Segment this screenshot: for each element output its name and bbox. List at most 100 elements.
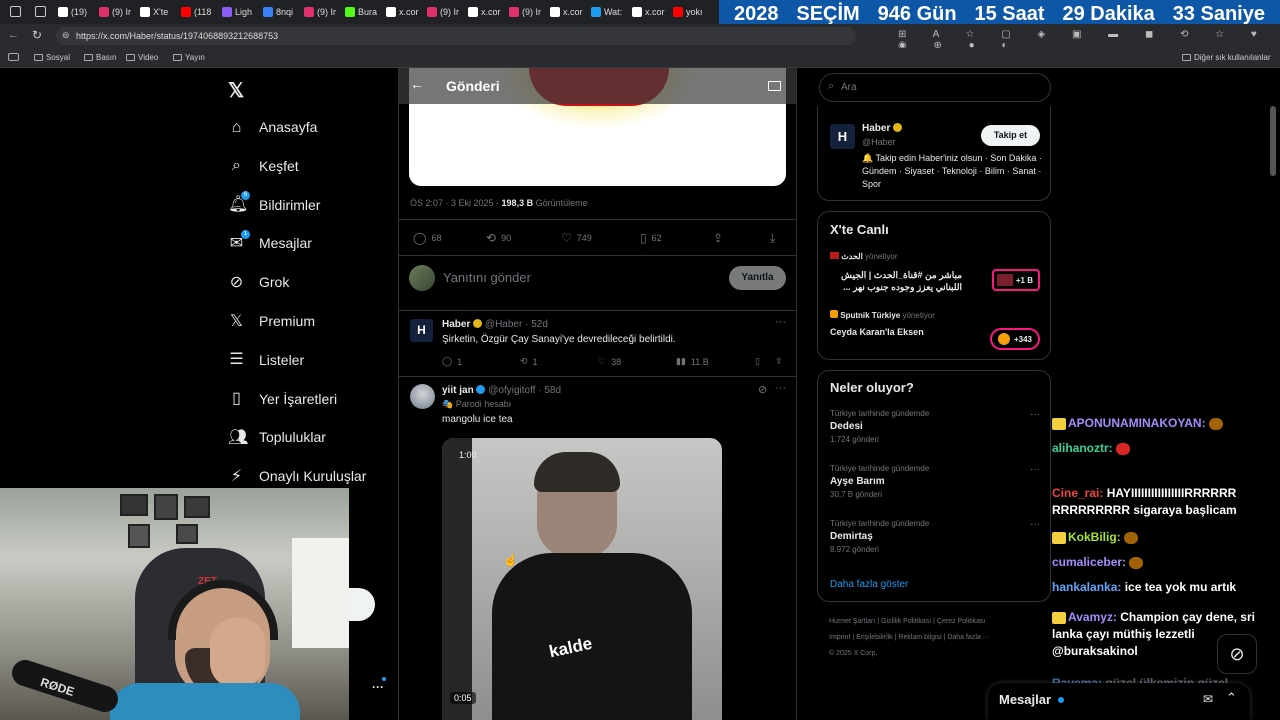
browser-tab[interactable]: (9) Ir: [427, 3, 459, 21]
browser-tab[interactable]: (9) Ir: [509, 3, 541, 21]
views-action[interactable]: ▮▮ 11 B: [676, 356, 709, 367]
like-action[interactable]: ♡ 38: [598, 356, 621, 367]
live-item-1[interactable]: Sputnik Türkiye yönetiyor Ceyda Karan'la…: [818, 310, 1052, 354]
nav-item-onaylı-kuruluşlar[interactable]: ⚡︎ Onaylı Kuruluşlar: [228, 464, 367, 488]
trend-item[interactable]: Türkiye tarihinde gündemde Dedesi 1.724 gö…: [830, 409, 1040, 444]
nav-item-premium[interactable]: 𝕏 Premium: [228, 309, 315, 333]
footer-link[interactable]: Imprint: [829, 634, 850, 641]
more-icon[interactable]: ···: [775, 316, 786, 328]
reply-composer-input[interactable]: Yanıtını gönder: [443, 270, 531, 285]
nav-item-anasayfa[interactable]: ⌂ Anasayfa: [228, 115, 318, 139]
other-bookmarks[interactable]: Diğer sık kullanılanlar: [1182, 53, 1270, 62]
chat-username[interactable]: KokBilig:: [1068, 530, 1121, 544]
more-icon[interactable]: ···: [1030, 409, 1040, 420]
messages-drawer[interactable]: Mesajlar ✉ ⌃: [988, 683, 1250, 720]
reload-icon[interactable]: ↻: [32, 28, 42, 42]
trend-item[interactable]: Türkiye tarihinde gündemde Demirtaş 8.972 …: [830, 519, 1040, 554]
browser-tab[interactable]: x.cor: [386, 3, 419, 21]
new-message-icon[interactable]: ✉: [1203, 692, 1213, 706]
browser-tab[interactable]: (9) Ir: [99, 3, 131, 21]
post-button-partial[interactable]: [349, 588, 375, 621]
nav-item-yer-i-şaretleri[interactable]: ▯ Yer İşaretleri: [228, 387, 337, 411]
chat-username[interactable]: APONUNAMINAKOYAN:: [1068, 416, 1206, 430]
reply-action[interactable]: ◯ 68: [413, 231, 441, 245]
share-action[interactable]: ⇪: [775, 356, 783, 367]
browser-tab[interactable]: Ligh: [222, 3, 252, 21]
page-scrollbar[interactable]: [1270, 106, 1276, 176]
browser-tab[interactable]: x.cor: [468, 3, 501, 21]
bookmark-action[interactable]: ▯: [755, 356, 760, 367]
wall-frames: [120, 494, 230, 554]
tab-actions-icon[interactable]: [10, 6, 21, 17]
footer-link[interactable]: Erişilebilirlik: [856, 634, 893, 641]
reply-tweet-haber[interactable]: H Haber @Haber · 52d ··· Şirketin, Özgür…: [399, 311, 796, 375]
footer-link[interactable]: Reklam bilgisi: [898, 634, 941, 641]
browser-tab[interactable]: (19): [58, 3, 87, 21]
vertical-tabs-icon[interactable]: [35, 6, 46, 17]
reply-count: 1: [457, 356, 463, 367]
tab-favicon-icon: [673, 7, 683, 17]
repost-action[interactable]: ⟲ 1: [520, 356, 538, 367]
bookmark-folder-yayin[interactable]: Yayın: [173, 53, 205, 62]
chat-message: alihanoztr:: [1052, 440, 1278, 457]
nav-item-mesajlar[interactable]: ✉ 1 Mesajlar: [228, 229, 312, 255]
grok-floating-button[interactable]: ⊘: [1217, 634, 1257, 674]
reply-action[interactable]: ◯ 1: [442, 356, 462, 367]
browser-tab[interactable]: Bura: [345, 3, 377, 21]
follow-button[interactable]: Takip et: [981, 125, 1040, 146]
live-item-0[interactable]: الحدث yönetiyor مباشر من #قناة_الحدث | ا…: [818, 250, 1052, 300]
show-more-link[interactable]: Daha fazla göster: [830, 579, 908, 590]
search-input[interactable]: ⌕ Ara: [819, 73, 1051, 102]
reader-mode-icon[interactable]: [768, 81, 781, 91]
browser-tab[interactable]: X'te: [140, 3, 168, 21]
url-field[interactable]: https://x.com/Haber/status/1974068893212…: [56, 27, 856, 45]
back-arrow-icon[interactable]: ←: [410, 76, 424, 92]
nav-item-grok[interactable]: ⊘ Grok: [228, 270, 290, 294]
nav-item-listeler[interactable]: ☰ Listeler: [228, 348, 304, 372]
nav-item-bildirimler[interactable]: 🔔︎ 6 Bildirimler: [228, 191, 320, 217]
bookmark-action[interactable]: ▯ 62: [640, 231, 662, 245]
browser-tab[interactable]: 8nqi: [263, 3, 293, 21]
browser-tab[interactable]: Wat:: [591, 3, 622, 21]
reply-tweet-yiitjan[interactable]: yiit jan @ofyigitoff · 58d ⊘ ··· 🎭 Parod…: [399, 377, 796, 720]
browser-tab[interactable]: x.cor: [550, 3, 583, 21]
bookmark-folder-basin[interactable]: Basın: [84, 53, 116, 62]
browser-tab[interactable]: (9) Ir: [304, 3, 336, 21]
bookmark-folder-video[interactable]: Video: [126, 53, 158, 62]
more-icon[interactable]: ···: [1030, 464, 1040, 475]
like-action[interactable]: ♡ 749: [561, 231, 592, 245]
footer-link[interactable]: Gizlilik Politikası: [881, 618, 931, 625]
footer-link[interactable]: Çerez Politikası: [937, 618, 986, 625]
host-name: Sputnik Türkiye: [840, 311, 901, 320]
chat-username[interactable]: alihanoztr:: [1052, 441, 1113, 455]
grok-icon[interactable]: ⊘: [758, 383, 767, 396]
back-icon[interactable]: ←: [8, 29, 19, 41]
reading-list-icon[interactable]: [8, 53, 19, 61]
chat-username[interactable]: cumaliceber:: [1052, 555, 1126, 569]
footer-link[interactable]: Daha fazla ···: [947, 634, 989, 641]
chat-username[interactable]: hankalanka:: [1052, 580, 1121, 594]
chat-username[interactable]: Avamyz:: [1068, 610, 1117, 624]
browser-tab[interactable]: x.cor: [632, 3, 665, 21]
more-icon[interactable]: ···: [775, 382, 786, 394]
bookmarks-bar: Sosyal Basın Video Yayın Diğer sık kulla…: [0, 48, 1280, 68]
chat-username[interactable]: Cine_rai:: [1052, 486, 1103, 500]
x-logo-icon[interactable]: 𝕏: [228, 78, 244, 103]
repost-action[interactable]: ⟲ 90: [486, 231, 511, 245]
tweet-video[interactable]: 1:00 kalde 0:05: [442, 438, 722, 720]
notification-dot: [382, 677, 386, 681]
more-options-icon[interactable]: ···: [372, 680, 384, 694]
browser-tab[interactable]: (118: [181, 3, 211, 21]
expand-icon[interactable]: ⌃: [1226, 690, 1237, 706]
share-action[interactable]: ⇪: [713, 231, 723, 245]
nav-item-topluluklar[interactable]: 👥︎ Topluluklar: [228, 425, 326, 449]
browser-tab[interactable]: yokı: [673, 3, 703, 21]
trend-item[interactable]: Türkiye tarihinde gündemde Ayşe Barım 30,7…: [830, 464, 1040, 499]
footer-link[interactable]: Hizmet Şartları: [829, 618, 875, 625]
reply-submit-button[interactable]: Yanıtla: [729, 266, 786, 290]
bookmark-folder-sosyal[interactable]: Sosyal: [34, 53, 70, 62]
site-info-icon[interactable]: ⊜: [62, 30, 70, 41]
nav-item-keşfet[interactable]: ⌕ Keşfet: [228, 154, 299, 178]
more-icon[interactable]: ···: [1030, 519, 1040, 530]
download-action[interactable]: ⤓: [770, 231, 775, 246]
